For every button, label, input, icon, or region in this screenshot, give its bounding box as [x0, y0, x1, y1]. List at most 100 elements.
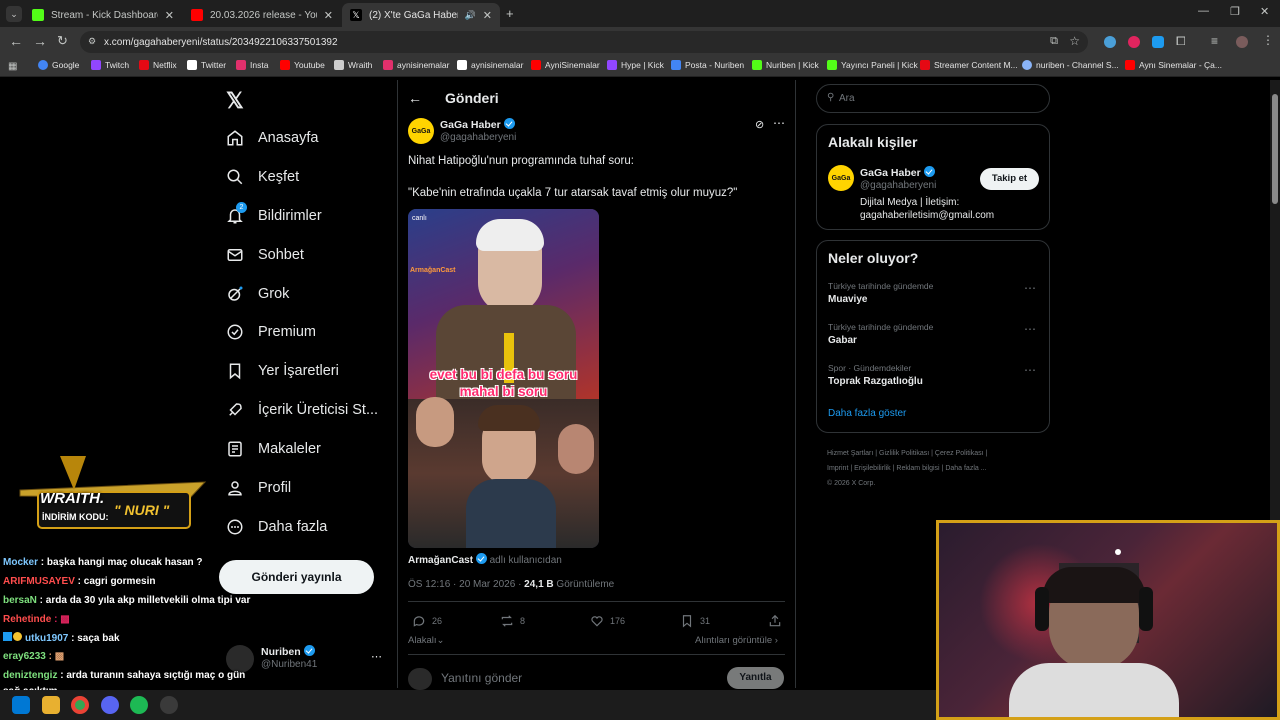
back-arrow-icon[interactable]: ← [408, 90, 422, 106]
search-input[interactable]: ⚲ Ara [816, 84, 1050, 113]
trend-item[interactable]: Türkiye tarihinde gündemde Gabar [828, 322, 1040, 346]
bookmark-aynisinemalar-yt[interactable]: AyniSinemalar [531, 60, 600, 70]
bookmark-wraith[interactable]: Wraith [334, 60, 372, 70]
chrome-icon[interactable] [71, 696, 89, 714]
tab-search-button[interactable]: ⌄ [6, 6, 22, 22]
trend-more-icon[interactable]: ⋯ [1024, 363, 1037, 377]
nav-bookmarks[interactable]: Yer İşaretleri [226, 362, 339, 380]
scrollbar-thumb[interactable] [1272, 94, 1278, 204]
extension-icon[interactable] [1128, 36, 1140, 48]
media-control-icon[interactable]: ≡ [1211, 34, 1218, 48]
shield-icon[interactable] [1152, 36, 1164, 48]
obs-icon[interactable] [160, 696, 178, 714]
footer-link[interactable]: Çerez Politikası [935, 450, 984, 457]
nav-more[interactable]: Daha fazla [226, 518, 327, 536]
nav-explore[interactable]: Keşfet [226, 168, 299, 186]
start-icon[interactable] [12, 696, 30, 714]
site-info-icon[interactable]: ⚙ [88, 36, 96, 47]
author-avatar[interactable]: GaGa [828, 165, 854, 191]
footer-link[interactable]: Reklam bilgisi [896, 465, 939, 472]
reply-submit-button[interactable]: Yanıtla [727, 667, 784, 689]
bookmark-insta[interactable]: Insta [236, 60, 268, 70]
trend-item[interactable]: Türkiye tarihinde gündemde Muaviye [828, 281, 1040, 305]
bookmark-button[interactable]: 31 [680, 614, 710, 628]
bookmark-ayni-sinemalar[interactable]: Aynı Sinemalar - Ça... [1125, 60, 1222, 70]
folder-icon[interactable] [42, 696, 60, 714]
show-more-link[interactable]: Daha fazla göster [828, 408, 906, 419]
close-window-icon[interactable]: ✕ [1260, 5, 1269, 18]
nav-grok[interactable]: Grok [226, 285, 289, 303]
nav-premium[interactable]: Premium [226, 323, 316, 341]
related-handle[interactable]: @gagahaberyeni [860, 180, 936, 191]
apps-icon[interactable]: ▦ [8, 61, 17, 72]
author-handle[interactable]: @gagahaberyeni [440, 132, 516, 143]
tab-kick-dashboard[interactable]: Stream - Kick Dashboard ✕ [24, 3, 182, 27]
reload-icon[interactable]: ↻ [57, 33, 68, 49]
repost-button[interactable]: 8 [500, 614, 525, 628]
nav-creator-studio[interactable]: İçerik Üreticisi St... [226, 401, 378, 419]
related-link[interactable]: Alakalı⌄ [408, 635, 444, 646]
more-options-icon[interactable]: ⋯ [773, 116, 785, 130]
bookmark-twitch[interactable]: Twitch [91, 60, 129, 70]
bookmark-streamer-content[interactable]: Streamer Content M... [920, 60, 1018, 70]
share-button[interactable] [768, 614, 782, 628]
like-button[interactable]: 176 [590, 614, 625, 628]
install-icon[interactable]: ⧉ [1050, 35, 1058, 48]
tab-youtube[interactable]: 20.03.2026 release - YouTube ✕ [183, 3, 341, 27]
url-input[interactable]: ⚙ x.com/gagahaberyeni/status/20349221063… [80, 31, 1088, 53]
footer-link[interactable]: Daha fazla ... [945, 465, 986, 472]
more-menu-icon[interactable]: ⋮ [1262, 33, 1274, 47]
avatar[interactable] [1236, 36, 1248, 48]
discord-icon[interactable] [101, 696, 119, 714]
author-avatar[interactable]: GaGa [408, 118, 434, 144]
spotify-icon[interactable] [130, 696, 148, 714]
close-icon[interactable]: ✕ [165, 9, 174, 22]
minimize-icon[interactable]: — [1198, 5, 1209, 17]
follow-button[interactable]: Takip et [980, 168, 1039, 190]
maximize-icon[interactable]: ❐ [1230, 5, 1240, 18]
bookmark-google[interactable]: Google [38, 60, 79, 70]
bookmark-aynisinemalar-x[interactable]: aynisinemalar [457, 60, 523, 70]
footer-link[interactable]: Hizmet Şartları [827, 450, 873, 457]
grok-icon[interactable]: ⊘ [755, 118, 764, 131]
trend-item[interactable]: Spor · Gündemdekiler Toprak Razgatlıoğlu [828, 363, 1040, 387]
trend-more-icon[interactable]: ⋯ [1024, 322, 1037, 336]
bookmark-hype-kick[interactable]: Hype | Kick [607, 60, 664, 70]
nav-home[interactable]: Anasayfa [226, 129, 318, 147]
view-quotes-link[interactable]: Alıntıları görüntüle › [695, 635, 778, 646]
tab-x-post[interactable]: 𝕏 (2) X'te GaGa Haber: "Nihat 🔊 ✕ [342, 3, 500, 27]
footer-link[interactable]: Erişilebilirlik [854, 465, 891, 472]
forward-icon[interactable]: → [33, 33, 47, 49]
author-name[interactable]: GaGa Haber [440, 118, 515, 131]
trend-more-icon[interactable]: ⋯ [1024, 281, 1037, 295]
speaker-icon[interactable]: 🔊 [465, 10, 476, 21]
nav-notifications[interactable]: Bildirimler 2 [226, 202, 322, 225]
avatar[interactable] [226, 645, 254, 673]
reply-button[interactable]: 26 [412, 614, 442, 628]
account-menu-icon[interactable]: ⋯ [371, 650, 382, 663]
x-logo-icon[interactable]: 𝕏 [226, 88, 244, 114]
close-icon[interactable]: ✕ [324, 9, 333, 22]
bookmark-netflix[interactable]: Netflix [139, 60, 177, 70]
star-icon[interactable]: ☆ [1069, 34, 1080, 48]
reply-input[interactable]: Yanıtını gönder [441, 671, 522, 685]
back-icon[interactable]: ← [9, 33, 23, 49]
bookmark-aynisinemalar-insta[interactable]: aynisinemalar [383, 60, 449, 70]
puzzle-icon[interactable]: ⧠ [1176, 34, 1186, 49]
post-video[interactable]: canlı ArmağanCast evet bu bi defa bu sor… [408, 209, 599, 548]
bookmark-youtube[interactable]: Youtube [280, 60, 325, 70]
nav-chat[interactable]: Sohbet [226, 246, 304, 264]
footer-link[interactable]: Gizlilik Politikası [879, 450, 929, 457]
post-button[interactable]: Gönderi yayınla [219, 560, 374, 594]
new-tab-button[interactable]: + [506, 6, 514, 21]
nav-profile[interactable]: Profil [226, 479, 291, 497]
bookmark-nuriben-kick[interactable]: Nuriben | Kick [752, 60, 819, 70]
extension-icon[interactable] [1104, 36, 1116, 48]
footer-link[interactable]: Imprint [827, 465, 848, 472]
nav-articles[interactable]: Makaleler [226, 440, 321, 458]
bookmark-twitter[interactable]: Twitter [187, 60, 226, 70]
video-source[interactable]: ArmağanCast adlı kullanıcıdan [408, 553, 562, 566]
bookmark-channel[interactable]: nuriben - Channel S... [1022, 60, 1119, 70]
bookmark-yayinci-paneli[interactable]: Yayıncı Paneli | Kick [827, 60, 918, 70]
related-name[interactable]: GaGa Haber [860, 166, 935, 179]
